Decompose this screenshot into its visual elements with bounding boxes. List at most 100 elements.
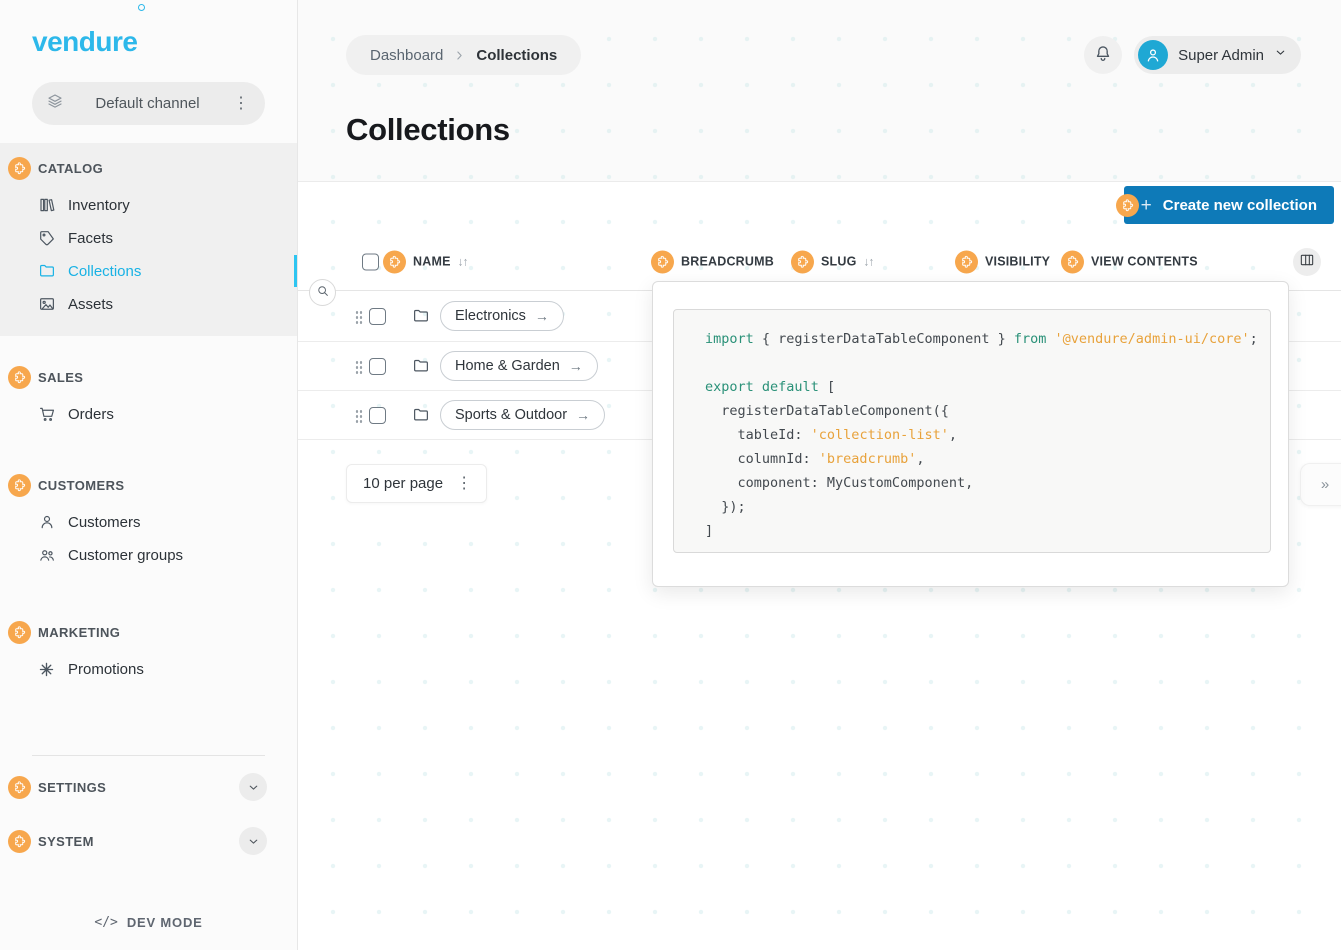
sidebar-item-label: Inventory	[68, 197, 130, 214]
extension-badge-name-column[interactable]	[383, 250, 406, 273]
per-page-label: 10 per page	[363, 475, 443, 492]
column-label: VIEW CONTENTS	[1091, 255, 1198, 269]
content-area: + Create new collection NAME ↓↑ BREADCRU…	[298, 183, 1341, 950]
sidebar-item-facets[interactable]: Facets	[0, 222, 297, 254]
items-per-page-select[interactable]: 10 per page ⋮	[346, 464, 487, 503]
chevron-right-icon	[453, 49, 466, 62]
extension-badge-settings[interactable]	[8, 776, 31, 799]
arrow-right-icon: →	[569, 358, 583, 374]
extension-badge-sales[interactable]	[8, 366, 31, 389]
nav-group-label: CATALOG	[38, 161, 103, 176]
code-line: ]	[705, 519, 1270, 543]
sidebar-item-orders[interactable]: Orders	[0, 398, 297, 430]
dev-mode-toggle[interactable]: </> DEV MODE	[0, 915, 297, 930]
sidebar-divider	[32, 755, 265, 756]
sidebar-item-label: Collections	[68, 263, 141, 280]
collection-chip-sports-outdoor[interactable]: Sports & Outdoor →	[440, 400, 605, 430]
extension-badge-slug-column[interactable]	[791, 250, 814, 273]
channel-selector[interactable]: Default channel ⋮	[32, 82, 265, 125]
sidebar-item-inventory[interactable]: Inventory	[0, 189, 297, 221]
extension-badge-marketing[interactable]	[8, 621, 31, 644]
code-line: export default [	[705, 375, 1270, 399]
sidebar-item-collections[interactable]: Collections	[0, 255, 297, 287]
extension-badge-create-button[interactable]	[1116, 194, 1139, 217]
settings-expand-button[interactable]	[239, 773, 267, 801]
avatar	[1138, 40, 1168, 70]
extension-badge-catalog[interactable]	[8, 157, 31, 180]
nav-group-header-sales: SALES	[0, 362, 297, 392]
nav-group-marketing: MARKETING Promotions	[0, 617, 297, 685]
channel-menu-icon[interactable]: ⋮	[231, 96, 251, 112]
column-header-visibility[interactable]: VISIBILITY	[958, 250, 1050, 273]
image-icon	[37, 295, 56, 313]
sidebar-item-customer-groups[interactable]: Customer groups	[0, 539, 297, 571]
breadcrumb-item-dashboard[interactable]: Dashboard	[370, 47, 443, 64]
column-label: BREADCRUMB	[681, 255, 774, 269]
sort-icon[interactable]: ↓↑	[864, 255, 874, 269]
nav-group-header-customers: CUSTOMERS	[0, 470, 297, 500]
users-icon	[37, 546, 56, 564]
create-button-label: Create new collection	[1163, 197, 1317, 214]
drag-handle-icon[interactable]	[355, 408, 363, 423]
user-icon	[37, 513, 56, 531]
user-name: Super Admin	[1178, 47, 1264, 64]
column-settings-button[interactable]	[1293, 248, 1321, 276]
notifications-button[interactable]	[1084, 36, 1122, 74]
breadcrumb-item-collections[interactable]: Collections	[476, 47, 557, 64]
collection-chip-electronics[interactable]: Electronics →	[440, 301, 564, 331]
extension-badge-visibility-column[interactable]	[955, 250, 978, 273]
user-menu[interactable]: Super Admin	[1134, 36, 1301, 74]
columns-icon	[1299, 252, 1315, 271]
select-all-checkbox[interactable]	[362, 253, 379, 270]
sidebar-item-label: Customer groups	[68, 547, 183, 564]
folder-icon	[412, 406, 430, 424]
collection-chip-home-garden[interactable]: Home & Garden →	[440, 351, 598, 381]
sidebar-item-assets[interactable]: Assets	[0, 288, 297, 320]
nav-group-label: SETTINGS	[38, 780, 106, 795]
search-toggle-button[interactable]	[309, 279, 336, 306]
page-header: Dashboard Collections Super Admin Collec…	[298, 0, 1341, 182]
next-page-button[interactable]: »	[1300, 463, 1341, 506]
extension-badge-system[interactable]	[8, 830, 31, 853]
nav-group-header-marketing: MARKETING	[0, 617, 297, 647]
sort-icon[interactable]: ↓↑	[458, 255, 468, 269]
sidebar-item-label: Customers	[68, 514, 141, 531]
nav-group-label: MARKETING	[38, 625, 120, 640]
system-expand-button[interactable]	[239, 827, 267, 855]
create-new-collection-button[interactable]: + Create new collection	[1124, 186, 1334, 224]
main-area: Dashboard Collections Super Admin Collec…	[298, 0, 1341, 950]
extension-badge-breadcrumb-column[interactable]	[651, 250, 674, 273]
extension-badge-customers[interactable]	[8, 474, 31, 497]
code-line	[705, 351, 1270, 375]
nav-group-sales: SALES Orders	[0, 362, 297, 430]
sidebar: vendure Default channel ⋮ CATALOG Invent…	[0, 0, 298, 950]
column-header-view-contents[interactable]: VIEW CONTENTS	[1064, 250, 1198, 273]
per-page-menu-icon[interactable]: ⋮	[454, 476, 474, 492]
row-checkbox[interactable]	[369, 407, 386, 424]
column-header-slug[interactable]: SLUG ↓↑	[794, 250, 874, 273]
code-line: component: MyCustomComponent,	[705, 471, 1270, 495]
nav-group-system[interactable]: SYSTEM	[0, 818, 297, 864]
nav-group-settings[interactable]: SETTINGS	[0, 764, 297, 810]
column-header-name[interactable]: NAME ↓↑	[362, 250, 468, 273]
column-label: NAME	[413, 255, 451, 269]
row-checkbox[interactable]	[369, 308, 386, 325]
double-chevron-right-icon: »	[1321, 476, 1329, 493]
column-header-breadcrumb[interactable]: BREADCRUMB	[654, 250, 774, 273]
folder-icon	[37, 262, 56, 280]
row-checkbox[interactable]	[369, 358, 386, 375]
chevron-down-icon	[1274, 46, 1287, 64]
breadcrumb: Dashboard Collections	[346, 35, 581, 75]
folder-icon	[412, 307, 430, 325]
column-label: SLUG	[821, 255, 857, 269]
nav-group-header-catalog: CATALOG	[0, 153, 297, 183]
collection-name: Home & Garden	[455, 358, 560, 374]
sidebar-item-customers[interactable]: Customers	[0, 506, 297, 538]
arrow-right-icon: →	[576, 407, 590, 423]
channel-label: Default channel	[64, 95, 231, 112]
drag-handle-icon[interactable]	[355, 309, 363, 324]
code-line: tableId: 'collection-list',	[705, 423, 1270, 447]
drag-handle-icon[interactable]	[355, 359, 363, 374]
sidebar-item-promotions[interactable]: Promotions	[0, 653, 297, 685]
extension-badge-view-contents-column[interactable]	[1061, 250, 1084, 273]
